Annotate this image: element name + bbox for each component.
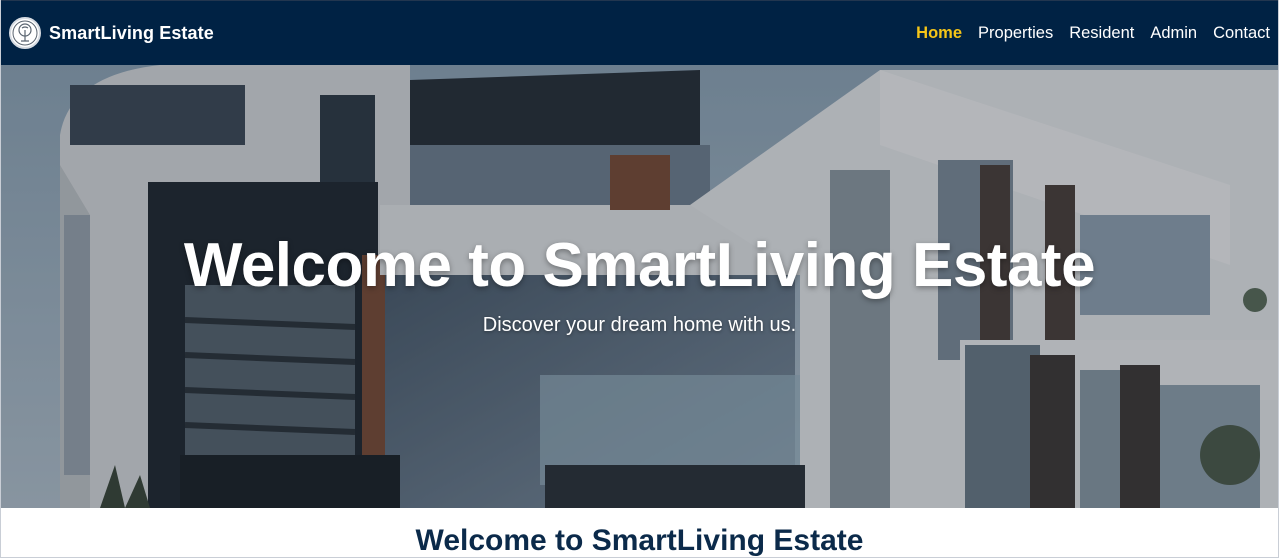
hero-title: Welcome to SmartLiving Estate <box>183 231 1096 300</box>
welcome-section: Welcome to SmartLiving Estate <box>0 508 1279 558</box>
nav-link-home[interactable]: Home <box>916 24 962 43</box>
navbar: SmartLiving Estate Home Properties Resid… <box>0 0 1279 65</box>
nav-link-properties[interactable]: Properties <box>978 24 1053 43</box>
nav-links: Home Properties Resident Admin Contact <box>900 24 1270 43</box>
section-title: Welcome to SmartLiving Estate <box>415 524 864 557</box>
brand-name[interactable]: SmartLiving Estate <box>49 23 214 44</box>
hero-banner: Welcome to SmartLiving Estate Discover y… <box>0 65 1279 508</box>
nav-link-admin[interactable]: Admin <box>1150 24 1197 43</box>
hero-subtitle: Discover your dream home with us. <box>482 314 797 336</box>
tree-logo-icon <box>9 17 41 49</box>
brand[interactable]: SmartLiving Estate <box>9 17 214 49</box>
nav-link-resident[interactable]: Resident <box>1069 24 1134 43</box>
nav-link-contact[interactable]: Contact <box>1213 24 1270 43</box>
